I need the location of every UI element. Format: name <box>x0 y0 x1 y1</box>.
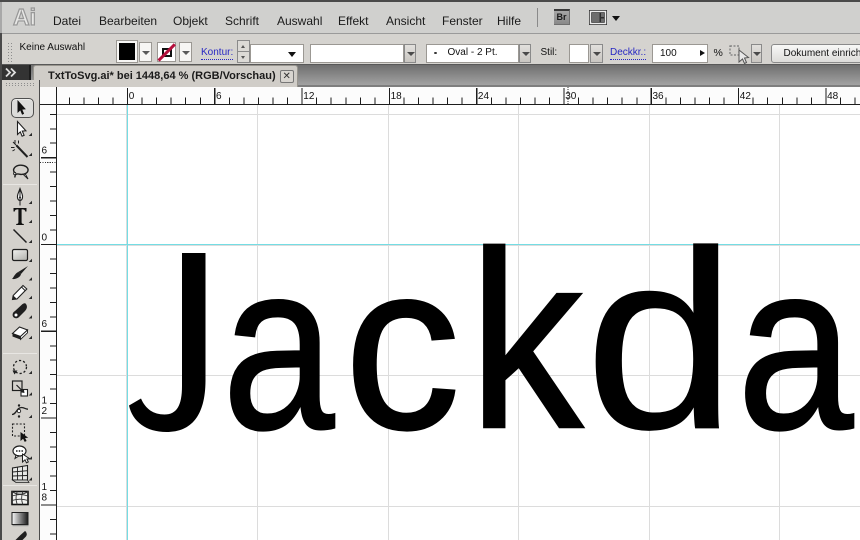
svg-text:0: 0 <box>129 91 135 102</box>
svg-text:0: 0 <box>42 232 48 243</box>
svg-text:1: 1 <box>42 482 48 493</box>
svg-text:6: 6 <box>42 319 48 330</box>
svg-text:24: 24 <box>478 91 490 102</box>
svg-text:36: 36 <box>653 91 665 102</box>
svg-text:12: 12 <box>303 91 315 102</box>
svg-text:48: 48 <box>827 91 839 102</box>
svg-text:18: 18 <box>391 91 403 102</box>
svg-text:6: 6 <box>42 146 48 157</box>
svg-text:2: 2 <box>42 406 48 417</box>
svg-text:6: 6 <box>216 91 222 102</box>
svg-text:8: 8 <box>42 492 48 503</box>
svg-text:30: 30 <box>565 91 577 102</box>
svg-text:1: 1 <box>42 395 48 406</box>
svg-text:42: 42 <box>740 91 752 102</box>
